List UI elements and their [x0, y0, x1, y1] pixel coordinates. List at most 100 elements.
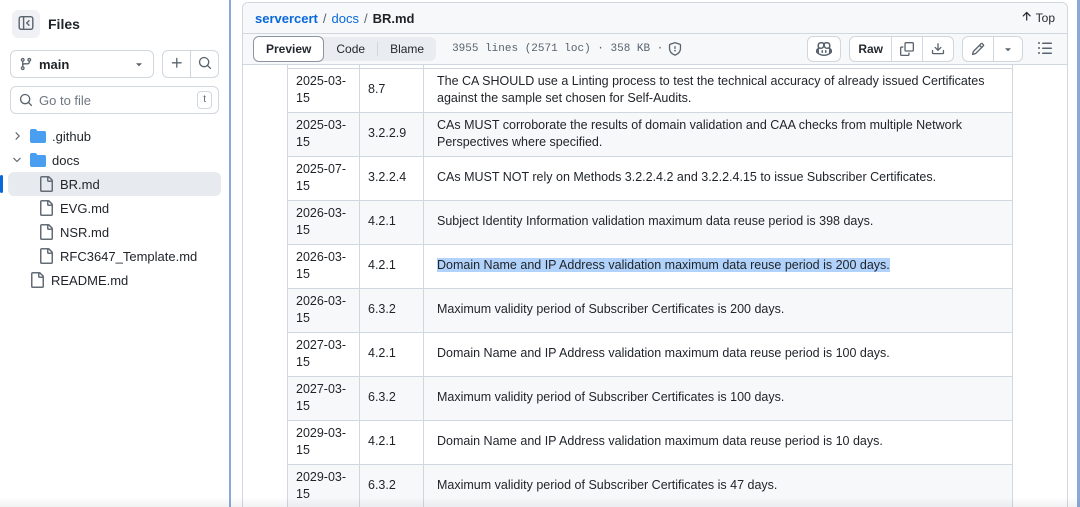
tree-item-label: .github: [52, 129, 91, 144]
tab-code[interactable]: Code: [324, 37, 377, 61]
outline-button[interactable]: [1031, 36, 1059, 62]
table-row: 2027-03-156.3.2Maximum validity period o…: [288, 376, 1013, 420]
folder-icon: [30, 128, 46, 144]
download-raw-button[interactable]: [922, 36, 954, 62]
copy-raw-button[interactable]: [891, 36, 923, 62]
cell-description: The CA SHOULD use a Linting process to t…: [424, 68, 1013, 112]
file-info-text: 3955 lines (2571 loc) · 358 KB ·: [452, 43, 663, 55]
tree-item-label: RFC3647_Template.md: [60, 249, 197, 264]
file-icon: [38, 200, 54, 216]
chevron-down-icon: [10, 154, 24, 166]
breadcrumb: servercert/docs/BR.md: [255, 11, 415, 26]
edit-file-button[interactable]: [962, 36, 994, 62]
cell-date: 2026-03-15: [288, 288, 360, 332]
cell-section: 4.2.1: [360, 244, 424, 288]
cell-section: 6.3.2: [360, 288, 424, 332]
cell-section: 4.2.1: [360, 200, 424, 244]
file-info: 3955 lines (2571 loc) · 358 KB ·: [452, 42, 682, 56]
file-icon: [38, 248, 54, 264]
file-toolbar: PreviewCodeBlame 3955 lines (2571 loc) ·…: [243, 34, 1067, 65]
download-icon: [931, 42, 945, 56]
chevron-down-icon: [1002, 43, 1014, 55]
history-table: 2025-03-158.7The CA SHOULD use a Linting…: [287, 65, 1013, 507]
back-to-top-link[interactable]: Top: [1020, 10, 1055, 26]
breadcrumb-separator: /: [323, 11, 327, 26]
file-content-panel: servercert/docs/BR.md Top PreviewCodeBla…: [242, 2, 1068, 507]
toolbar-actions: Raw: [807, 36, 1059, 62]
cell-section: 8.7: [360, 68, 424, 112]
cell-date: 2026-03-15: [288, 200, 360, 244]
search-icon: [19, 93, 33, 107]
file-icon: [29, 272, 45, 288]
sidebar-title: Files: [48, 16, 80, 32]
cell-section: 4.2.1: [360, 420, 424, 464]
branch-name: main: [39, 57, 69, 72]
file-tree: .github docs BR.md EVG.md NSR.md RFC3647_Temp…: [0, 114, 229, 292]
file-icon: [38, 224, 54, 240]
copy-icon: [900, 42, 914, 56]
tree-item-readme-md[interactable]: README.md: [8, 268, 221, 292]
cell-section: 3.2.2.4: [360, 156, 424, 200]
markdown-preview: 2025-03-158.7The CA SHOULD use a Linting…: [243, 65, 1067, 507]
cell-date: 2025-03-15: [288, 112, 360, 156]
cell-description: Subject Identity Information validation …: [424, 200, 1013, 244]
plus-icon: [170, 56, 184, 73]
table-row: 2027-03-154.2.1Domain Name and IP Addres…: [288, 332, 1013, 376]
edit-actions-group: [962, 36, 1023, 62]
breadcrumb-docs[interactable]: docs: [332, 11, 359, 26]
cell-date: 2029-03-15: [288, 464, 360, 507]
cell-date: 2027-03-15: [288, 376, 360, 420]
new-file-button[interactable]: [162, 50, 191, 78]
tree-item-rfc3647-template-md[interactable]: RFC3647_Template.md: [8, 244, 221, 268]
tab-blame[interactable]: Blame: [378, 37, 436, 61]
copilot-icon: [816, 41, 832, 57]
table-row: 2026-03-154.2.1Domain Name and IP Addres…: [288, 244, 1013, 288]
tree-item-evg-md[interactable]: EVG.md: [8, 196, 221, 220]
sidebar-resize-handle[interactable]: [229, 0, 231, 507]
raw-button[interactable]: Raw: [849, 36, 892, 62]
cell-section: 6.3.2: [360, 464, 424, 507]
shield-alert-icon: [668, 42, 682, 56]
github-file-view: Files main: [0, 0, 1080, 507]
table-row: 2026-03-154.2.1Subject Identity Informat…: [288, 200, 1013, 244]
sidebar-collapse-icon: [18, 15, 34, 34]
chevron-down-icon: [133, 58, 145, 70]
collapse-sidebar-button[interactable]: [12, 10, 40, 38]
tree-item-nsr-md[interactable]: NSR.md: [8, 220, 221, 244]
tree-item-label: EVG.md: [60, 201, 109, 216]
tree-action-buttons: [162, 50, 219, 78]
table-row: 2025-03-153.2.2.9CAs MUST corroborate th…: [288, 112, 1013, 156]
tree-item-docs[interactable]: docs: [8, 148, 221, 172]
cell-description: CAs MUST corroborate the results of doma…: [424, 112, 1013, 156]
breadcrumb-br-md: BR.md: [373, 11, 415, 26]
breadcrumb-servercert[interactable]: servercert: [255, 11, 318, 26]
table-row: 2025-07-153.2.2.4CAs MUST NOT rely on Me…: [288, 156, 1013, 200]
edit-dropdown-button[interactable]: [993, 36, 1023, 62]
arrow-up-icon: [1020, 10, 1033, 26]
raw-actions-group: Raw: [849, 36, 954, 62]
cell-description: CAs MUST NOT rely on Methods 3.2.2.4.2 a…: [424, 156, 1013, 200]
git-branch-icon: [19, 57, 33, 71]
file-icon: [38, 176, 54, 192]
cell-date: 2025-03-15: [288, 68, 360, 112]
tab-preview[interactable]: Preview: [253, 36, 324, 62]
cell-description: Domain Name and IP Address validation ma…: [424, 332, 1013, 376]
tree-item-label: NSR.md: [60, 225, 109, 240]
list-unordered-icon: [1037, 40, 1053, 59]
go-to-file-input[interactable]: [39, 93, 191, 108]
table-row: 2029-03-156.3.2Maximum validity period o…: [288, 464, 1013, 507]
copilot-button[interactable]: [807, 36, 841, 62]
view-mode-tabs: PreviewCodeBlame: [253, 37, 436, 61]
tree-item-label: BR.md: [60, 177, 100, 192]
tree-item--github[interactable]: .github: [8, 124, 221, 148]
sidebar-controls: main: [0, 42, 229, 78]
cell-description: Domain Name and IP Address validation ma…: [424, 244, 1013, 288]
table-row: 2029-03-154.2.1Domain Name and IP Addres…: [288, 420, 1013, 464]
shortcut-key-badge: t: [197, 91, 212, 109]
sidebar-header: Files: [0, 0, 229, 42]
search-tree-button[interactable]: [190, 50, 219, 78]
cell-description: Domain Name and IP Address validation ma…: [424, 420, 1013, 464]
tree-item-br-md[interactable]: BR.md: [8, 172, 221, 196]
branch-selector-button[interactable]: main: [10, 50, 154, 78]
cell-date: 2029-03-15: [288, 420, 360, 464]
